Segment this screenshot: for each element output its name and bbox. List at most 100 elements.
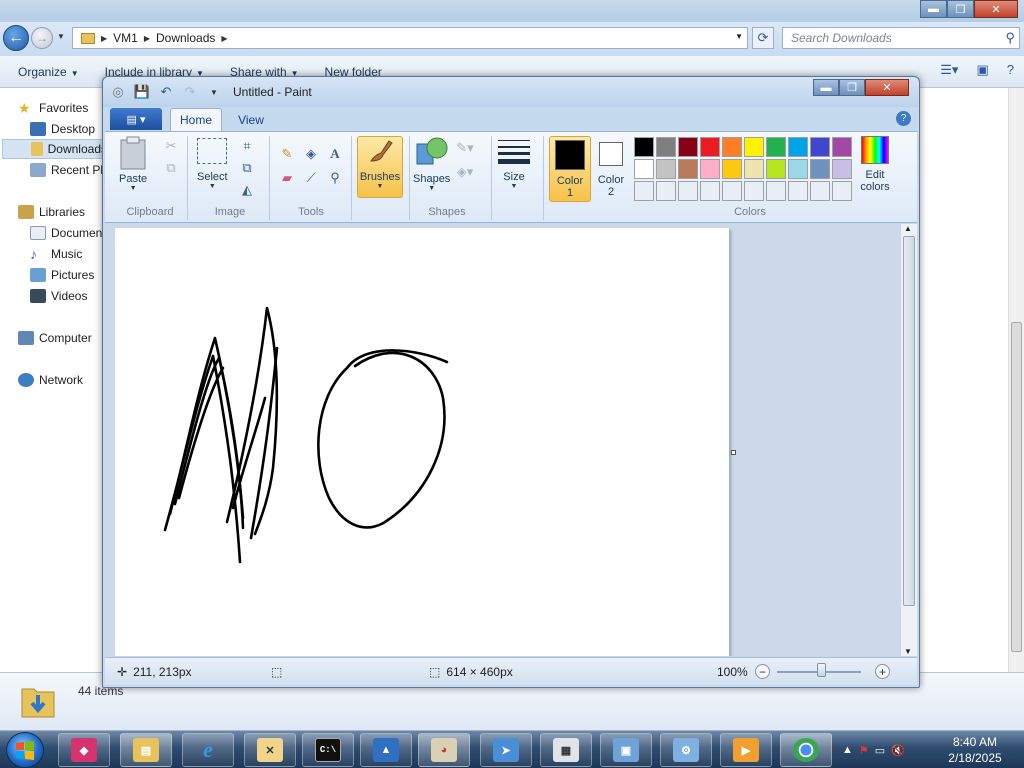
- search-icon[interactable]: ⚲: [1005, 30, 1015, 46]
- palette-color-7[interactable]: [788, 137, 808, 157]
- palette-color-0[interactable]: [634, 137, 654, 157]
- help-icon[interactable]: ?: [896, 111, 911, 126]
- cut-icon[interactable]: ✂: [161, 136, 181, 156]
- palette-color-16[interactable]: [766, 159, 786, 179]
- palette-color-21[interactable]: [656, 181, 676, 201]
- save-icon[interactable]: 💾: [133, 83, 151, 101]
- taskbar-ie[interactable]: e: [182, 733, 234, 767]
- tab-view[interactable]: View: [227, 108, 275, 131]
- palette-color-18[interactable]: [810, 159, 830, 179]
- network-tray-icon[interactable]: ▭: [875, 744, 885, 757]
- taskbar-app-1[interactable]: ◆: [58, 733, 110, 767]
- scroll-down-icon[interactable]: ▼: [904, 647, 912, 656]
- drawing-canvas[interactable]: [115, 228, 729, 656]
- nav-downloads[interactable]: Downloads: [2, 139, 108, 159]
- volume-muted-icon[interactable]: 🔇: [891, 744, 905, 757]
- color2-button[interactable]: Color 2: [595, 138, 627, 198]
- paint-titlebar[interactable]: ◎ 💾 ↶ ↷ ▼ Untitled - Paint ▬ ❐ ✕: [103, 77, 919, 107]
- outline-icon[interactable]: ✎▾: [455, 138, 475, 158]
- palette-color-13[interactable]: [700, 159, 720, 179]
- palette-color-11[interactable]: [656, 159, 676, 179]
- palette-color-27[interactable]: [788, 181, 808, 201]
- paint-menu-button[interactable]: ▤ ▾: [110, 108, 162, 130]
- palette-color-19[interactable]: [832, 159, 852, 179]
- copy-icon[interactable]: ⧉: [161, 158, 181, 178]
- close-button[interactable]: ✕: [974, 0, 1018, 18]
- start-button[interactable]: [6, 732, 44, 768]
- scrollbar-thumb[interactable]: [903, 236, 915, 606]
- fill-icon[interactable]: ◈▾: [455, 162, 475, 182]
- palette-color-14[interactable]: [722, 159, 742, 179]
- palette-color-6[interactable]: [766, 137, 786, 157]
- address-bar[interactable]: ▶ VM1 ▶ Downloads ▶ ▼: [72, 27, 748, 49]
- breadcrumb-vm1[interactable]: VM1: [113, 31, 138, 45]
- search-input[interactable]: Search Downloads ⚲: [782, 27, 1020, 49]
- palette-color-26[interactable]: [766, 181, 786, 201]
- zoom-slider-thumb[interactable]: [817, 663, 826, 677]
- rotate-icon[interactable]: ◭: [237, 180, 257, 200]
- forward-button[interactable]: →: [31, 27, 53, 49]
- crop-icon[interactable]: ⌗: [237, 136, 257, 156]
- palette-color-25[interactable]: [744, 181, 764, 201]
- taskbar-control-panel[interactable]: ⚙: [660, 733, 712, 767]
- eraser-icon[interactable]: ▰: [277, 168, 297, 188]
- breadcrumb-downloads[interactable]: Downloads: [156, 31, 215, 45]
- palette-color-28[interactable]: [810, 181, 830, 201]
- fill-bucket-icon[interactable]: ◈: [301, 144, 321, 164]
- palette-color-24[interactable]: [722, 181, 742, 201]
- explorer-titlebar[interactable]: ▬ ❐ ✕: [0, 0, 1024, 22]
- tab-home[interactable]: Home: [170, 108, 222, 131]
- preview-pane-icon[interactable]: ▣: [976, 62, 988, 78]
- palette-color-1[interactable]: [656, 137, 676, 157]
- organize-menu[interactable]: Organize ▼: [18, 65, 79, 79]
- taskbar-explorer[interactable]: ▤: [120, 733, 172, 767]
- history-dropdown-icon[interactable]: ▼: [57, 32, 65, 41]
- palette-color-5[interactable]: [744, 137, 764, 157]
- address-dropdown-icon[interactable]: ▼: [735, 32, 743, 41]
- size-button[interactable]: Size ▼: [497, 138, 531, 190]
- minimize-button[interactable]: ▬: [920, 0, 947, 18]
- palette-color-2[interactable]: [678, 137, 698, 157]
- canvas-vertical-scrollbar[interactable]: ▲ ▼: [900, 224, 917, 656]
- action-center-icon[interactable]: ⚑: [859, 744, 869, 757]
- palette-color-9[interactable]: [832, 137, 852, 157]
- help-icon[interactable]: ?: [1007, 62, 1014, 78]
- text-icon[interactable]: A: [325, 144, 345, 164]
- back-button[interactable]: ←: [3, 25, 29, 51]
- palette-color-12[interactable]: [678, 159, 698, 179]
- color-picker-icon[interactable]: ⟋: [301, 168, 321, 188]
- canvas-resize-handle[interactable]: [731, 450, 736, 455]
- shapes-button[interactable]: Shapes ▼: [413, 136, 450, 192]
- palette-color-22[interactable]: [678, 181, 698, 201]
- taskbar-network-app[interactable]: ▣: [600, 733, 652, 767]
- select-button[interactable]: Select ▼: [197, 138, 228, 190]
- taskbar-media[interactable]: ▶: [720, 733, 772, 767]
- taskbar-app-plane[interactable]: ➤: [480, 733, 532, 767]
- maximize-button[interactable]: ❐: [947, 0, 974, 18]
- paste-button[interactable]: Paste ▼: [119, 136, 147, 192]
- pencil-icon[interactable]: ✎: [277, 144, 297, 164]
- palette-color-23[interactable]: [700, 181, 720, 201]
- scroll-up-icon[interactable]: ▲: [904, 224, 912, 233]
- taskbar-calculator[interactable]: ▦: [540, 733, 592, 767]
- zoom-out-button[interactable]: −: [755, 664, 770, 679]
- undo-icon[interactable]: ↶: [157, 83, 175, 101]
- palette-color-3[interactable]: [700, 137, 720, 157]
- minimize-button[interactable]: ▬: [813, 79, 839, 96]
- magnifier-icon[interactable]: ⚲: [325, 168, 345, 188]
- palette-color-29[interactable]: [832, 181, 852, 201]
- resize-icon[interactable]: ⧉: [237, 158, 257, 178]
- taskbar-chrome[interactable]: [780, 733, 832, 767]
- brushes-button[interactable]: Brushes ▼: [357, 136, 403, 198]
- redo-icon[interactable]: ↷: [181, 83, 199, 101]
- palette-color-17[interactable]: [788, 159, 808, 179]
- taskbar-clock[interactable]: 8:40 AM 2/18/2025: [940, 734, 1010, 766]
- palette-color-15[interactable]: [744, 159, 764, 179]
- palette-color-4[interactable]: [722, 137, 742, 157]
- scrollbar-thumb[interactable]: [1011, 322, 1022, 652]
- taskbar-xmind[interactable]: ✕: [244, 733, 296, 767]
- palette-color-20[interactable]: [634, 181, 654, 201]
- edit-colors-button[interactable]: Edit colors: [857, 136, 893, 193]
- palette-color-8[interactable]: [810, 137, 830, 157]
- zoom-in-button[interactable]: +: [875, 664, 890, 679]
